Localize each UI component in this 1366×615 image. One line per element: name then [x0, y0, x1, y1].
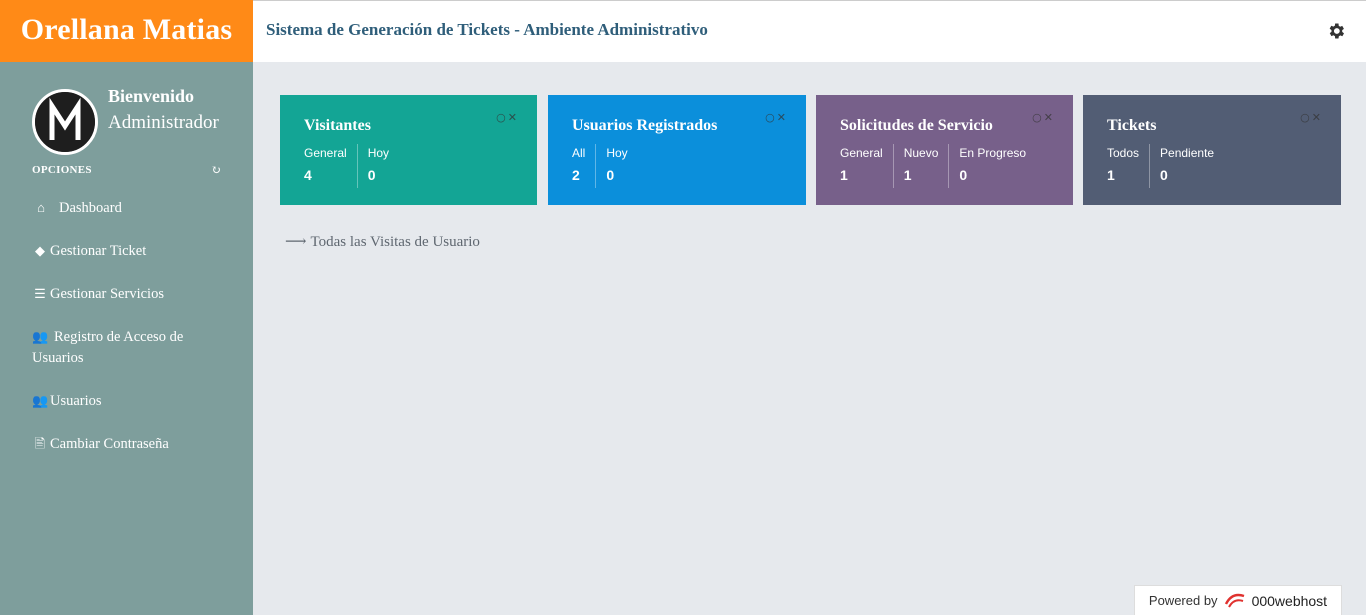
role-text: Administrador — [108, 112, 219, 133]
list-icon: ☰ — [34, 286, 46, 301]
stat-value: 0 — [959, 167, 968, 183]
card-solicitudes-servicio: Solicitudes de Servicio ○✕ General 1 Nuev… — [816, 95, 1073, 205]
page-title: Sistema de Generación de Tickets - Ambie… — [266, 20, 708, 39]
stat-label: General — [304, 146, 347, 160]
sidebar-item-dashboard[interactable]: ⌂ Dashboard — [0, 188, 253, 228]
options-label: OPCIONES — [32, 164, 92, 176]
card-controls[interactable]: ○✕ — [1032, 111, 1055, 124]
sidebar-item-label: Registro de Acceso de Usuarios — [32, 329, 184, 366]
sidebar-item-usuarios[interactable]: 👥 Usuarios — [0, 378, 253, 421]
powered-by-text: Powered by — [1148, 593, 1218, 608]
users-icon: 👥 — [32, 393, 49, 408]
stat-label: Hoy — [606, 146, 628, 160]
sidebar-item-label: Cambiar Contraseña — [50, 436, 169, 452]
stat-value: 0 — [367, 167, 376, 183]
home-icon: ⌂ — [37, 200, 45, 215]
stat-value: 2 — [572, 167, 580, 183]
stat-value: 0 — [606, 167, 615, 183]
card-tickets: Tickets ○✕ Todos 1 Pendiente 0 — [1083, 95, 1341, 205]
stat-value: 1 — [840, 167, 848, 183]
all-visits-label: Todas las Visitas de Usuario — [310, 234, 480, 250]
stat-label: Hoy — [367, 146, 390, 160]
users-icon: 👥 — [32, 329, 49, 344]
webhost-logo-icon — [1224, 593, 1244, 608]
host-name: 000webhost — [1251, 592, 1328, 609]
sidebar-item-label: Gestionar Ticket — [50, 243, 147, 259]
stat-value: 4 — [304, 167, 312, 183]
card-visitantes: Visitantes ○✕ General 4 Hoy 0 — [280, 95, 537, 205]
sidebar-nav: ⌂ Dashboard ◆ Gestionar Ticket ☰ Gestionar … — [0, 188, 253, 464]
stat-value: 0 — [1160, 167, 1168, 183]
gear-icon[interactable] — [1326, 21, 1346, 41]
sidebar-item-gestionar-ticket[interactable]: ◆ Gestionar Ticket — [0, 228, 253, 271]
stat-label: Pendiente — [1160, 146, 1215, 160]
sidebar: Bienvenido Administrador OPCIONES ↻ ⌂ Das… — [0, 62, 253, 615]
top-header: Sistema de Generación de Tickets - Ambie… — [253, 0, 1366, 62]
card-controls[interactable]: ○✕ — [765, 111, 788, 124]
sidebar-item-label: Gestionar Servicios — [50, 286, 164, 302]
brand-name[interactable]: Orellana Matias — [0, 0, 253, 62]
sidebar-item-registro-acceso[interactable]: 👥 Registro de Acceso de Usuarios — [0, 314, 253, 378]
card-title: Tickets — [1107, 117, 1157, 134]
card-controls[interactable]: ○✕ — [1300, 111, 1323, 124]
welcome-text: Bienvenido — [108, 86, 195, 106]
stat-label: General — [840, 146, 883, 160]
stat-value: 1 — [1107, 167, 1115, 183]
stat-label: Todos — [1107, 146, 1140, 160]
card-title: Visitantes — [304, 117, 371, 134]
stat-label: Nuevo — [903, 146, 939, 160]
card-title: Solicitudes de Servicio — [840, 117, 993, 134]
sidebar-item-cambiar-contrasena[interactable]: 🖹 Cambiar Contraseña — [0, 421, 253, 464]
card-controls[interactable]: ○✕ — [496, 111, 519, 124]
card-usuarios-registrados: Usuarios Registrados ○✕ All 2 Hoy 0 — [548, 95, 806, 205]
stat-value: 1 — [903, 167, 912, 183]
sidebar-item-label: Usuarios — [50, 393, 102, 409]
sidebar-item-label: Dashboard — [59, 200, 122, 216]
powered-by-badge[interactable]: Powered by 000webhost — [1134, 585, 1342, 615]
card-title: Usuarios Registrados — [572, 117, 718, 134]
all-visits-link[interactable]: ⟶ Todas las Visitas de Usuario — [285, 232, 480, 251]
file-icon: 🖹 — [34, 436, 46, 451]
arrow-right-icon: ⟶ — [285, 234, 307, 250]
stat-label: All — [572, 146, 586, 160]
avatar — [32, 89, 98, 155]
stat-label: En Progreso — [959, 146, 1027, 160]
tag-icon: ◆ — [35, 243, 45, 258]
refresh-icon[interactable]: ↻ — [211, 163, 221, 178]
sidebar-item-gestionar-servicios[interactable]: ☰ Gestionar Servicios — [0, 271, 253, 314]
